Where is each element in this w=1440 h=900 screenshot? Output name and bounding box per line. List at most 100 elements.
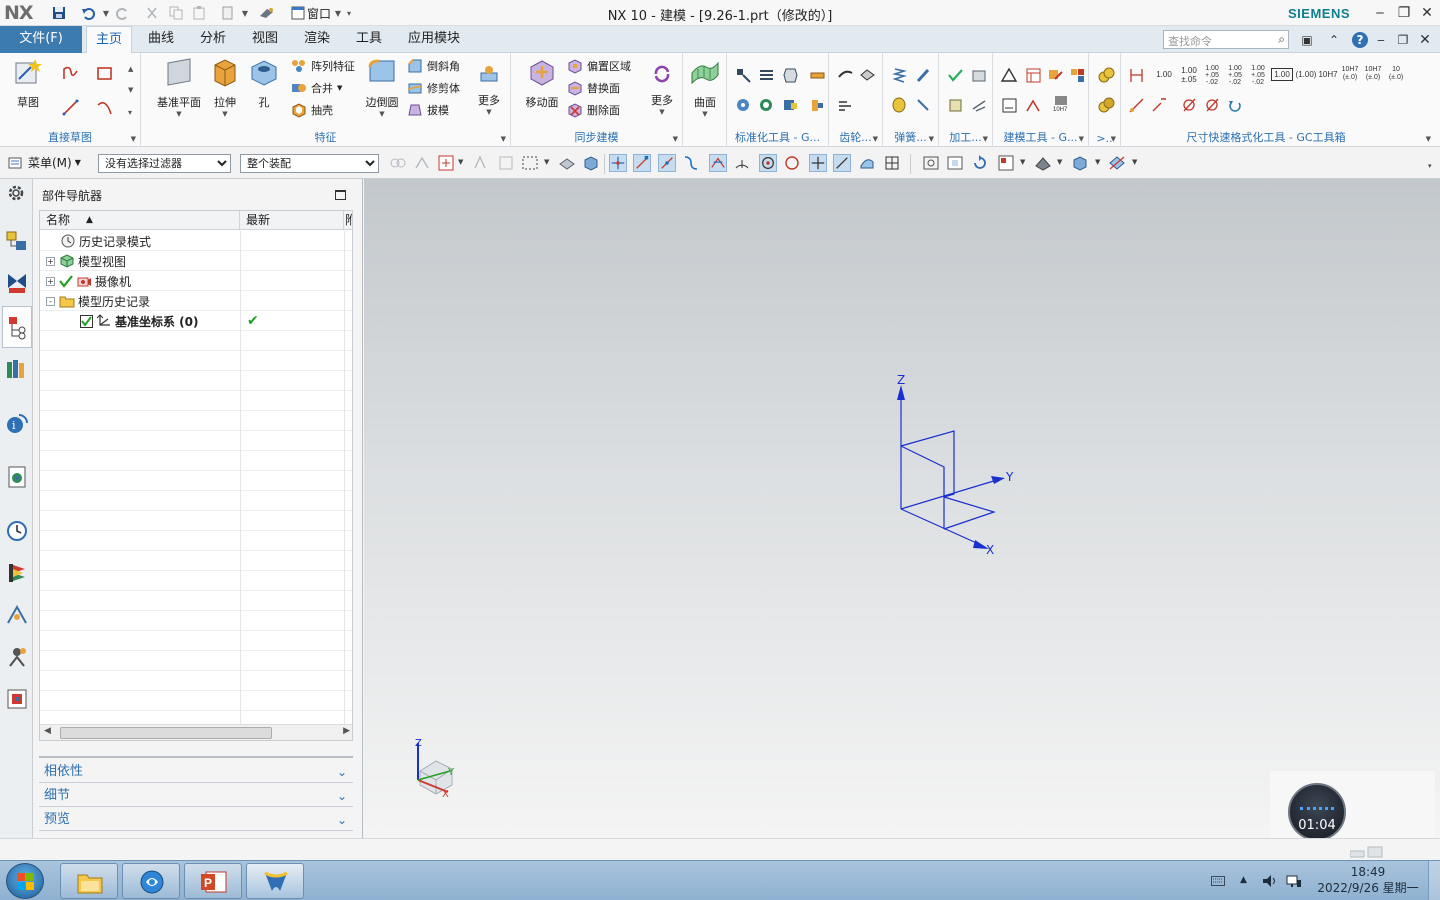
tab-application[interactable]: 应用模块: [402, 26, 466, 53]
system-scene-icon[interactable]: [5, 561, 29, 585]
reuse-library-icon[interactable]: [5, 357, 29, 381]
palette-icon[interactable]: [5, 687, 29, 711]
copy-icon[interactable]: [167, 4, 185, 22]
mid-point-icon[interactable]: [658, 154, 676, 172]
sketch-gallery-more-icon[interactable]: ▾: [128, 108, 132, 117]
rectangle-select-dropdown-icon[interactable]: ▼: [544, 158, 549, 166]
taskbar-clock[interactable]: 18:49 2022/9/26 星期一: [1316, 864, 1420, 896]
details-panel[interactable]: 细节 ⌄: [39, 785, 353, 807]
control-point-icon[interactable]: [682, 154, 700, 172]
bolt-icon[interactable]: [735, 67, 752, 84]
dim-diameter-icon[interactable]: [1181, 97, 1198, 114]
network-icon[interactable]: [1286, 874, 1302, 888]
tab-home[interactable]: 主页: [86, 26, 132, 53]
sketch-gallery-up-icon[interactable]: ▲: [128, 65, 133, 73]
bounded-grid-icon[interactable]: [883, 154, 901, 172]
dim-format-4[interactable]: 1.00 +.05 -.02: [1224, 65, 1246, 86]
existing-point-icon[interactable]: [809, 154, 827, 172]
rename-tool-icon[interactable]: [1047, 67, 1064, 84]
quick-access-customize-icon[interactable]: ▾: [344, 4, 354, 22]
history-icon[interactable]: [5, 519, 29, 543]
zoom-icon[interactable]: [946, 154, 964, 172]
profile-icon[interactable]: [62, 65, 79, 82]
close-icon[interactable]: ✕: [1417, 3, 1437, 23]
circle-center-icon[interactable]: [759, 154, 777, 172]
chevron-down-icon[interactable]: ⌄: [337, 809, 347, 831]
maximize-panel-icon[interactable]: [335, 190, 346, 200]
preview-panel[interactable]: 预览 ⌄: [39, 809, 353, 831]
recording-timer-widget[interactable]: 01:04: [1270, 771, 1435, 838]
edit-section-dropdown-icon[interactable]: ▼: [1095, 158, 1100, 166]
group-dropdown-icon[interactable]: ▼: [929, 135, 934, 143]
select-face-icon[interactable]: [497, 154, 515, 172]
tab-view[interactable]: 视图: [245, 26, 285, 53]
dim-format-6[interactable]: 1.00: [1271, 68, 1293, 81]
dim-diameter-alt-icon[interactable]: [1204, 97, 1221, 114]
dim-format-1[interactable]: 1.00: [1153, 70, 1175, 79]
show-hidden-icons-icon[interactable]: ▲: [1240, 875, 1247, 885]
delete-spring-icon[interactable]: [915, 97, 932, 114]
intersection-point-icon[interactable]: [709, 154, 727, 172]
group-dropdown-icon[interactable]: ▼: [501, 135, 506, 143]
rectangle-icon[interactable]: [96, 65, 113, 82]
tree-row[interactable]: + 摄像机: [40, 271, 352, 291]
select-all-icon[interactable]: [558, 154, 576, 172]
gear-mesh-icon[interactable]: [837, 97, 854, 114]
cylindrical-spring-icon[interactable]: [891, 67, 908, 84]
dim-format-2[interactable]: 1.00 ±.05: [1178, 66, 1200, 84]
horizontal-scrollbar[interactable]: ◀ ▶: [40, 724, 352, 740]
table-tool-icon[interactable]: [1025, 67, 1042, 84]
collapse-ribbon-icon[interactable]: ⌃: [1325, 31, 1343, 49]
repeat-command-dropdown-icon[interactable]: ▼: [240, 4, 250, 22]
chevron-down-icon[interactable]: ⌄: [337, 761, 347, 783]
expand-icon[interactable]: +: [46, 276, 55, 286]
pin-icon[interactable]: [809, 67, 826, 84]
tree-node[interactable]: + 摄像机: [46, 271, 131, 291]
render-style-icon[interactable]: [1034, 154, 1052, 172]
tab-render[interactable]: 渲染: [297, 26, 337, 53]
replace-face-button[interactable]: 替换面: [567, 78, 620, 98]
touch-mode-icon[interactable]: [258, 4, 276, 22]
window-menu-dropdown-icon[interactable]: ▼: [333, 4, 343, 22]
tab-tools[interactable]: 工具: [349, 26, 389, 53]
tree-node[interactable]: 基准坐标系 (0): [80, 311, 199, 331]
ribbon-display-icon[interactable]: ▣: [1298, 31, 1316, 49]
taskbar-app-powerpoint[interactable]: P: [184, 863, 242, 899]
tree-node[interactable]: - 模型历史记录: [46, 291, 150, 311]
delete-face-button[interactable]: 删除面: [567, 100, 620, 120]
dim-format-3[interactable]: 1.00 +.05 -.02: [1201, 65, 1223, 86]
chamfer-button[interactable]: 倒斜角: [407, 56, 460, 76]
draft-button[interactable]: 拔模: [407, 100, 449, 120]
dim-reset-icon[interactable]: [1227, 97, 1244, 114]
redo-icon[interactable]: [114, 4, 132, 22]
doc-restore-icon[interactable]: ❐: [1394, 31, 1412, 49]
fit-tool-icon[interactable]: 10H7: [1051, 95, 1075, 112]
show-hide-dropdown-icon[interactable]: ▼: [1132, 158, 1137, 166]
edge-blend-button[interactable]: 边倒圆 ▼: [363, 57, 401, 118]
extrude-button[interactable]: 拉伸 ▼: [207, 57, 243, 118]
gc-coins-icon[interactable]: [1098, 67, 1115, 84]
bearing-icon[interactable]: [758, 97, 775, 114]
tree-row[interactable]: 历史记录模式: [40, 231, 352, 251]
dim-format-10[interactable]: 10H7 (±.0): [1362, 66, 1384, 82]
orient-view-icon[interactable]: [997, 154, 1015, 172]
process-studio-icon[interactable]: [5, 603, 29, 627]
drawing-tool-icon[interactable]: [1001, 97, 1018, 114]
rectangle-select-icon[interactable]: [521, 154, 539, 172]
group-dropdown-icon[interactable]: ▼: [131, 135, 136, 143]
taskbar-app-nx[interactable]: [246, 863, 304, 899]
chevron-down-icon[interactable]: ⌄: [337, 785, 347, 807]
undo-icon[interactable]: [79, 4, 97, 22]
assembly-navigator-icon[interactable]: [5, 229, 29, 253]
taskbar-app-browser[interactable]: [122, 863, 180, 899]
tree-node[interactable]: 历史记录模式: [60, 231, 151, 251]
selection-scope-select[interactable]: 整个装配: [240, 154, 379, 173]
start-button[interactable]: [6, 863, 44, 899]
disc-spring-icon[interactable]: [891, 97, 908, 114]
cylindrical-gear-icon[interactable]: [837, 67, 854, 84]
column-header-latest[interactable]: 最新: [240, 211, 344, 230]
search-icon[interactable]: ⌕: [1278, 32, 1285, 47]
roles-icon[interactable]: [5, 645, 29, 669]
scrollbar-thumb[interactable]: [60, 727, 272, 739]
unite-button[interactable]: 合并 ▼: [291, 78, 342, 98]
